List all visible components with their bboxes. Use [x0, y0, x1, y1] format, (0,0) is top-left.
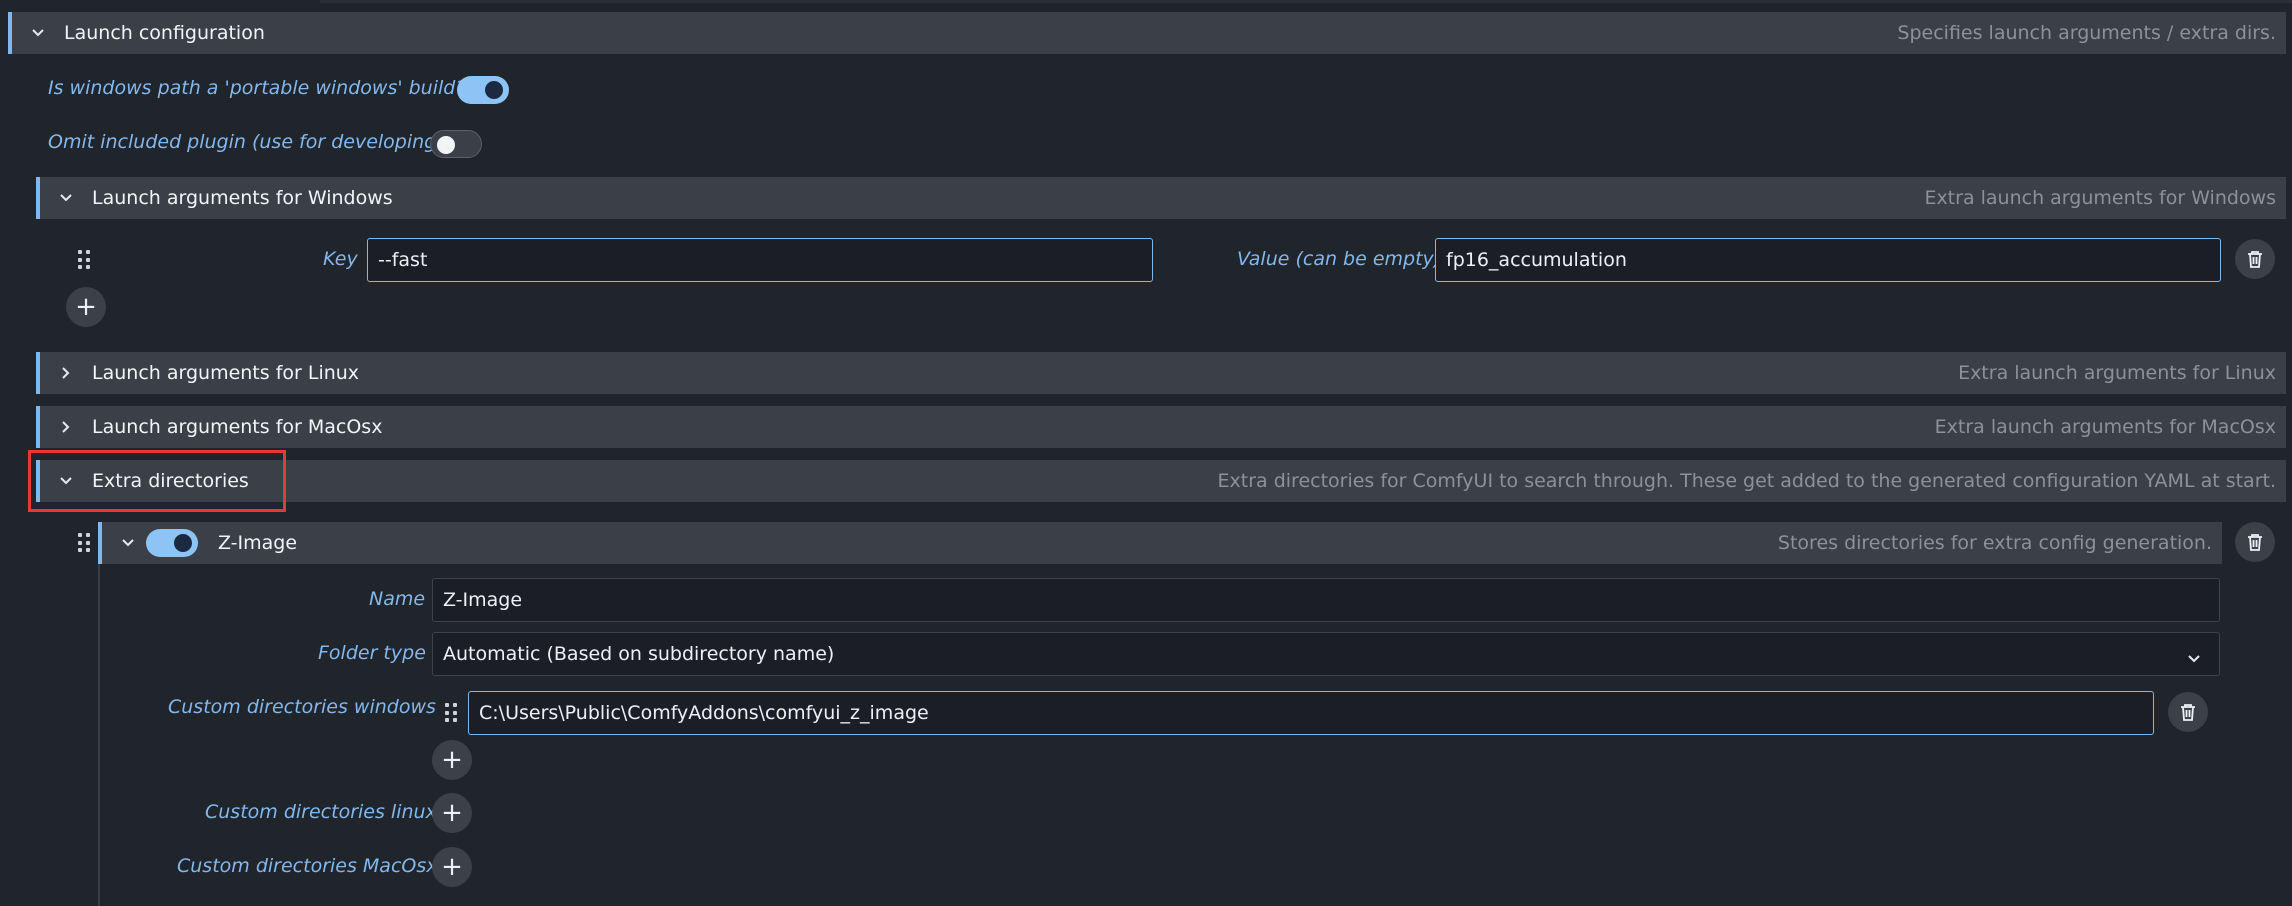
value-input[interactable]: fp16_accumulation	[1435, 238, 2221, 282]
section-description: Extra launch arguments for MacOsx	[1934, 416, 2276, 438]
key-label: Key	[323, 248, 358, 270]
launch-configuration-header[interactable]: Launch configuration Specifies launch ar…	[8, 12, 2286, 54]
chevron-down-icon	[56, 188, 76, 208]
section-description: Extra directories for ComfyUI to search …	[1217, 470, 2276, 492]
item-title: Z-Image	[218, 532, 298, 554]
section-title: Launch arguments for Windows	[92, 187, 393, 209]
z-image-header[interactable]: Z-Image Stores directories for extra con…	[98, 522, 2222, 564]
macosx-args-header[interactable]: Launch arguments for MacOsx Extra launch…	[36, 406, 2286, 448]
name-label: Name	[369, 588, 426, 610]
chevron-down-icon	[118, 533, 138, 553]
omit-plugin-label: Omit included plugin (use for developing…	[48, 131, 444, 153]
folder-type-select[interactable]: Automatic (Based on subdirectory name)	[432, 632, 2220, 676]
chevron-down-icon	[2187, 647, 2201, 669]
omit-plugin-toggle[interactable]	[430, 130, 482, 158]
section-description: Extra launch arguments for Windows	[1924, 187, 2276, 209]
section-title: Launch arguments for Linux	[92, 362, 360, 384]
portable-windows-label: Is windows path a 'portable windows' bui…	[48, 77, 466, 99]
portable-windows-toggle[interactable]	[457, 76, 509, 104]
delete-arg-button[interactable]	[2235, 239, 2275, 279]
section-description: Specifies launch arguments / extra dirs.	[1897, 22, 2276, 44]
drag-handle-icon[interactable]	[78, 250, 92, 270]
extra-directories-header[interactable]: Extra directories Extra directories for …	[36, 460, 2286, 502]
add-windows-dir-button[interactable]: +	[432, 740, 472, 780]
item-description: Stores directories for extra config gene…	[1777, 532, 2212, 554]
name-input[interactable]: Z-Image	[432, 578, 2220, 622]
chevron-right-icon	[56, 417, 76, 437]
delete-item-button[interactable]	[2235, 522, 2275, 562]
trash-icon	[2248, 534, 2262, 551]
custom-dirs-macosx-label: Custom directories MacOsx	[177, 855, 438, 877]
chevron-right-icon	[56, 363, 76, 383]
top-divider	[320, 0, 2292, 3]
trash-icon	[2248, 251, 2262, 268]
key-input[interactable]: --fast	[367, 238, 1153, 282]
windows-args-header[interactable]: Launch arguments for Windows Extra launc…	[36, 177, 2286, 219]
section-title: Launch configuration	[64, 22, 265, 44]
section-description: Extra launch arguments for Linux	[1958, 362, 2276, 384]
folder-type-label: Folder type	[318, 642, 426, 664]
folder-type-value: Automatic (Based on subdirectory name)	[443, 643, 835, 665]
delete-dir-button[interactable]	[2168, 692, 2208, 732]
value-label: Value (can be empty)	[1237, 248, 1442, 270]
z-image-enabled-toggle[interactable]	[146, 529, 198, 557]
custom-dir-windows-input[interactable]: C:\Users\Public\ComfyAddons\comfyui_z_im…	[468, 691, 2154, 735]
add-linux-dir-button[interactable]: +	[432, 793, 472, 833]
add-macosx-dir-button[interactable]: +	[432, 847, 472, 887]
item-left-rail	[98, 564, 100, 906]
custom-dirs-windows-label: Custom directories windows	[168, 696, 436, 718]
add-windows-arg-button[interactable]: +	[66, 287, 106, 327]
trash-icon	[2181, 704, 2195, 721]
chevron-down-icon	[28, 23, 48, 43]
drag-handle-icon[interactable]	[445, 703, 459, 723]
drag-handle-icon[interactable]	[78, 533, 92, 553]
linux-args-header[interactable]: Launch arguments for Linux Extra launch …	[36, 352, 2286, 394]
section-title: Launch arguments for MacOsx	[92, 416, 383, 438]
custom-dirs-linux-label: Custom directories linux	[205, 801, 437, 823]
highlight-box	[28, 450, 286, 512]
